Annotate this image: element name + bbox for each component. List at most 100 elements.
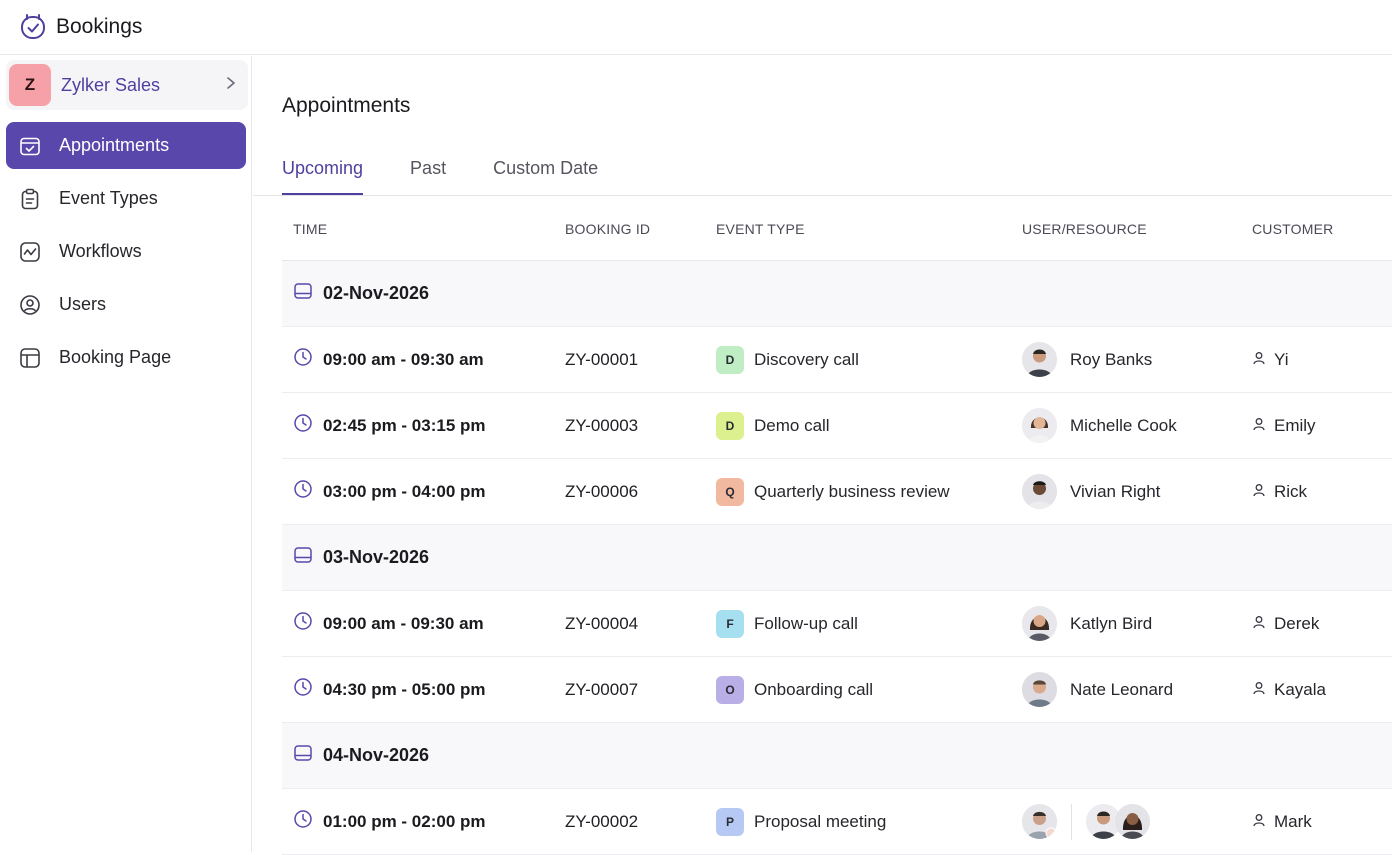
table-header: TIME BOOKING ID EVENT TYPE USER/RESOURCE… [282, 196, 1392, 261]
event-type-badge: O [716, 675, 744, 704]
table-row[interactable]: 04:30 pm - 05:00 pm ZY-00007 O Onboardin… [282, 657, 1392, 723]
table-row[interactable]: 09:00 am - 09:30 am ZY-00004 F Follow-up… [282, 591, 1392, 657]
bookings-logo-icon [18, 12, 48, 42]
user-name: Michelle Cook [1070, 415, 1177, 435]
user-name: Katlyn Bird [1070, 613, 1153, 633]
appointments-table: 02-Nov-2026 09:00 am - 09:30 am ZY-00001… [282, 261, 1392, 855]
avatar [1022, 804, 1057, 839]
chevron-right-icon [226, 76, 236, 95]
clock-icon [293, 479, 313, 504]
booking-id[interactable]: ZY-00001 [565, 327, 638, 392]
sidebar-item-booking-page[interactable]: Booking Page [6, 334, 246, 381]
tab-bar: Upcoming Past Custom Date [282, 154, 645, 196]
booking-id[interactable]: ZY-00006 [565, 459, 638, 524]
table-row[interactable]: 01:00 pm - 02:00 pm ZY-00002 P Proposal … [282, 789, 1392, 855]
event-type-badge: F [716, 609, 744, 638]
avatar [1022, 342, 1057, 377]
layout-icon [19, 347, 41, 369]
avatar [1022, 408, 1057, 443]
calendar-check-icon [19, 135, 41, 157]
table-row[interactable]: 02:45 pm - 03:15 pm ZY-00003 D Demo call… [282, 393, 1392, 459]
workspace-switcher[interactable]: Z Zylker Sales [6, 60, 248, 110]
calendar-icon [293, 545, 313, 570]
column-header-booking-id: BOOKING ID [565, 221, 651, 237]
date-label: 04-Nov-2026 [323, 745, 430, 765]
time-range: 01:00 pm - 02:00 pm [323, 811, 486, 831]
event-type-badge: D [716, 411, 744, 440]
date-label: 03-Nov-2026 [323, 547, 430, 567]
customer-name: Kayala [1274, 679, 1326, 699]
sidebar-item-label: Users [59, 294, 107, 314]
calendar-icon [293, 743, 313, 768]
date-group-row: 02-Nov-2026 [282, 261, 1392, 327]
sidebar-item-event-types[interactable]: Event Types [6, 175, 246, 222]
time-range: 03:00 pm - 04:00 pm [323, 481, 486, 501]
time-range: 04:30 pm - 05:00 pm [323, 679, 486, 699]
user-name: Nate Leonard [1070, 679, 1174, 699]
sidebar-item-label: Booking Page [59, 347, 172, 367]
clock-icon [293, 413, 313, 438]
avatar [1115, 804, 1150, 839]
booking-id[interactable]: ZY-00007 [565, 657, 638, 722]
sidebar: Z Zylker Sales Appointments Event Types … [0, 56, 252, 852]
person-icon [1252, 614, 1266, 634]
time-range: 02:45 pm - 03:15 pm [323, 415, 486, 435]
sidebar-item-label: Event Types [59, 188, 158, 208]
column-header-customer: CUSTOMER [1252, 221, 1334, 237]
customer-name: Mark [1274, 811, 1312, 831]
column-header-user-resource: USER/RESOURCE [1022, 221, 1147, 237]
sidebar-item-workflows[interactable]: Workflows [6, 228, 246, 275]
page-title: Appointments [282, 94, 411, 117]
person-icon [1252, 680, 1266, 700]
column-header-time: TIME [293, 221, 328, 237]
event-type-name: Proposal meeting [754, 811, 887, 831]
user-circle-icon [19, 294, 41, 316]
event-type-badge: Q [716, 477, 744, 506]
sidebar-nav: Appointments Event Types Workflows Users… [6, 122, 246, 387]
customer-name: Emily [1274, 415, 1316, 435]
workflow-icon [19, 241, 41, 263]
top-bar: Bookings [0, 0, 1392, 55]
event-type-name: Onboarding call [754, 679, 874, 699]
sidebar-item-appointments[interactable]: Appointments [6, 122, 246, 169]
avatar [1022, 474, 1057, 509]
sidebar-item-label: Appointments [59, 135, 170, 155]
main-content: Appointments Upcoming Past Custom Date T… [253, 56, 1392, 855]
time-range: 09:00 am - 09:30 am [323, 349, 484, 369]
table-row[interactable]: 09:00 am - 09:30 am ZY-00001 D Discovery… [282, 327, 1392, 393]
tab-upcoming[interactable]: Upcoming [282, 154, 364, 195]
workspace-avatar: Z [9, 64, 51, 106]
table-row[interactable]: 03:00 pm - 04:00 pm ZY-00006 Q Quarterly… [282, 459, 1392, 525]
tab-custom-date[interactable]: Custom Date [493, 154, 598, 196]
booking-id[interactable]: ZY-00003 [565, 393, 638, 458]
avatar [1022, 672, 1057, 707]
column-header-event-type: EVENT TYPE [716, 221, 805, 237]
clock-icon [293, 611, 313, 636]
customer-name: Rick [1274, 481, 1308, 501]
app-title: Bookings [56, 15, 143, 38]
sidebar-item-users[interactable]: Users [6, 281, 246, 328]
person-icon [1252, 416, 1266, 436]
tab-past[interactable]: Past [410, 154, 446, 196]
avatar [1022, 606, 1057, 641]
customer-name: Yi [1274, 349, 1289, 369]
workspace-name: Zylker Sales [61, 74, 161, 95]
event-type-badge: D [716, 345, 744, 374]
event-type-name: Quarterly business review [754, 481, 950, 501]
person-icon [1252, 812, 1266, 832]
user-name: Vivian Right [1070, 481, 1161, 501]
booking-id[interactable]: ZY-00004 [565, 591, 638, 656]
date-group-row: 03-Nov-2026 [282, 525, 1392, 591]
clipboard-icon [19, 188, 41, 210]
date-label: 02-Nov-2026 [323, 283, 430, 303]
event-type-name: Discovery call [754, 349, 859, 369]
clock-icon [293, 347, 313, 372]
event-type-name: Demo call [754, 415, 830, 435]
booking-id[interactable]: ZY-00002 [565, 789, 638, 854]
clock-icon [293, 677, 313, 702]
clock-icon [293, 809, 313, 834]
sidebar-item-label: Workflows [59, 241, 142, 261]
person-icon [1252, 482, 1266, 502]
user-name: Roy Banks [1070, 349, 1153, 369]
time-range: 09:00 am - 09:30 am [323, 613, 484, 633]
